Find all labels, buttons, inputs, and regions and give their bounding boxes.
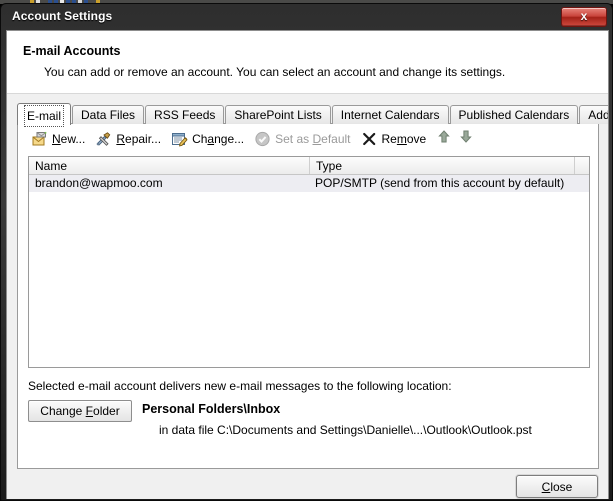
page-title: E-mail Accounts — [23, 44, 121, 58]
arrow-up-icon — [438, 130, 450, 148]
cell-account-type: POP/SMTP (send from this account by defa… — [315, 176, 565, 190]
dialog-client-area: E-mail Accounts You can add or remove an… — [6, 30, 609, 499]
repair-account-button[interactable]: Repair... — [92, 128, 168, 150]
account-settings-dialog: Account Settings x E-mail Accounts You c… — [0, 3, 613, 501]
column-header-filler — [575, 157, 589, 174]
new-account-button[interactable]: New... — [28, 128, 92, 150]
new-mail-icon — [31, 131, 48, 147]
table-row[interactable]: brandon@wapmoo.com POP/SMTP (send from t… — [29, 175, 589, 192]
tab-page-email: New... Repair... Change... Set as Defaul… — [17, 123, 599, 469]
delivery-location-label: Selected e-mail account delivers new e-m… — [28, 379, 452, 393]
tab-published-calendars[interactable]: Published Calendars — [449, 105, 579, 124]
window-close-button[interactable]: x — [561, 7, 607, 27]
delivery-folder-path: in data file C:\Documents and Settings\D… — [159, 423, 532, 437]
remove-x-icon — [361, 131, 378, 147]
change-folder-button[interactable]: Change Folder — [28, 400, 132, 422]
repair-tools-icon — [95, 131, 112, 147]
tab-email[interactable]: E-mail — [17, 103, 72, 127]
tab-sharepoint-lists[interactable]: SharePoint Lists — [225, 105, 331, 124]
page-subtitle: You can add or remove an account. You ca… — [44, 65, 506, 79]
tab-email-label: E-mail — [24, 105, 65, 127]
tab-rss-feeds[interactable]: RSS Feeds — [145, 105, 225, 124]
repair-account-label: Repair... — [116, 132, 162, 146]
set-as-default-button[interactable]: Set as Default — [251, 128, 357, 150]
title-bar[interactable]: Account Settings x — [1, 4, 612, 30]
accounts-list-header: Name Type — [29, 157, 589, 175]
close-button[interactable]: Close — [516, 475, 598, 498]
column-header-name[interactable]: Name — [29, 157, 310, 174]
change-edit-icon — [171, 131, 188, 147]
remove-account-label: Remove — [381, 132, 427, 146]
column-header-type[interactable]: Type — [310, 157, 575, 174]
set-as-default-label: Set as Default — [275, 132, 351, 146]
tab-internet-calendars-label: Internet Calendars — [340, 108, 440, 122]
remove-account-button[interactable]: Remove — [358, 128, 434, 150]
accounts-list[interactable]: Name Type brandon@wapmoo.com POP/SMTP (s… — [28, 156, 590, 368]
header-band: E-mail Accounts You can add or remove an… — [7, 31, 608, 94]
close-icon: x — [580, 9, 588, 23]
cell-account-name: brandon@wapmoo.com — [35, 176, 163, 190]
tab-address-books-label: Address Books — [588, 108, 609, 122]
tab-sharepoint-lists-label: SharePoint Lists — [234, 108, 322, 122]
check-circle-icon — [254, 131, 271, 147]
dialog-footer: Close — [7, 470, 608, 499]
move-up-button[interactable] — [433, 128, 455, 150]
tab-rss-feeds-label: RSS Feeds — [154, 108, 216, 122]
move-down-button[interactable] — [455, 128, 477, 150]
tab-internet-calendars[interactable]: Internet Calendars — [331, 105, 449, 124]
new-account-label: New... — [52, 132, 86, 146]
change-account-label: Change... — [192, 132, 245, 146]
tab-data-files[interactable]: Data Files — [72, 105, 145, 124]
accounts-toolbar: New... Repair... Change... Set as Defaul… — [18, 126, 598, 152]
tab-strip: E-mail Data Files RSS Feeds SharePoint L… — [17, 103, 609, 127]
delivery-folder-name: Personal Folders\Inbox — [142, 402, 281, 416]
tab-published-calendars-label: Published Calendars — [458, 108, 570, 122]
arrow-down-icon — [460, 130, 472, 148]
window-title: Account Settings — [12, 9, 113, 23]
tab-address-books[interactable]: Address Books — [579, 105, 609, 124]
change-account-button[interactable]: Change... — [168, 128, 251, 150]
tab-data-files-label: Data Files — [81, 108, 136, 122]
